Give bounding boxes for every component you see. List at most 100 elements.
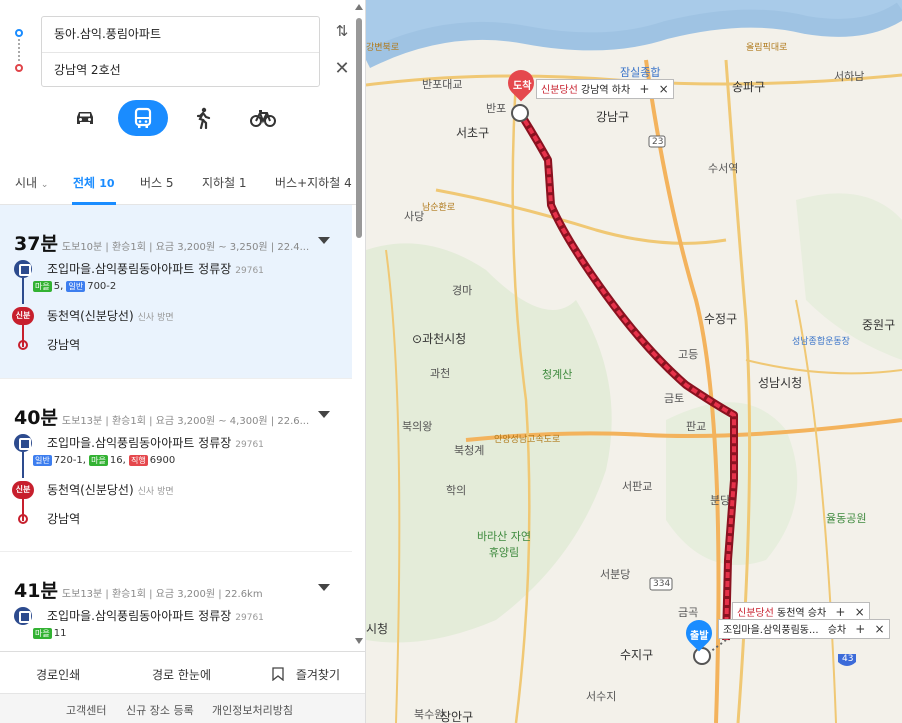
expand-chevron-icon[interactable] — [318, 411, 330, 418]
swap-vertical-icon[interactable]: ⇅ — [332, 22, 352, 44]
route-shield-label: 43 — [842, 654, 854, 664]
bus-segment-line — [22, 278, 24, 304]
tab-all[interactable]: 전체 10 — [73, 174, 115, 191]
map-view[interactable]: 반포대교 반포 서초구 강남구 송파구 서하남 잠실종합 수서역 사당 남순환로… — [366, 0, 902, 723]
map-road-label: 올림픽대로 — [746, 43, 788, 53]
destination-input[interactable]: 강남역 2호선 — [42, 52, 319, 87]
transit-mode-button[interactable] — [118, 100, 168, 136]
map-place-label: 북의왕 — [402, 420, 433, 433]
bus-number: 700-2 — [87, 281, 117, 292]
bus-type-tag: 마을 — [33, 281, 52, 292]
results-scrollbar[interactable] — [354, 0, 364, 650]
route-results-list: 37분 도보10분 | 환승1회 | 요금 3,200원 ~ 3,250원 | 2… — [0, 205, 352, 650]
map-place-label: 성남시청 — [758, 376, 803, 390]
subway-station-name[interactable]: 동천역(신분당선) — [47, 483, 134, 497]
map-place-label: 반포대교 — [422, 78, 463, 91]
support-link[interactable]: 고객센터 — [66, 702, 106, 718]
route-card[interactable]: 41분 도보13분 | 환승1회 | 요금 3,200원 | 22.6km 조입마… — [0, 552, 352, 650]
route-card[interactable]: 37분 도보10분 | 환승1회 | 요금 3,200원 ~ 3,250원 | 2… — [0, 205, 352, 379]
bus-lines: 마을 11 — [33, 628, 66, 639]
route-summary: 37분 도보10분 | 환승1회 | 요금 3,200원 ~ 3,250원 | 2… — [14, 229, 309, 256]
bus-stop-name[interactable]: 조입마을.삼익풍림동아아파트 정류장 — [47, 436, 231, 450]
map-district-label: 중원구 — [862, 318, 896, 332]
directions-panel: 동아.삼익.풍림아파트 강남역 2호선 ⇅ ✕ 시내 ⌄ 전체 10 버스 5 … — [0, 0, 366, 723]
walk-mode-button[interactable] — [178, 100, 228, 136]
bus-icon — [134, 107, 152, 128]
route-meta: 도보10분 | 환승1회 | 요금 3,200원 ~ 3,250원 | 22.4… — [61, 242, 310, 253]
subway-station-name[interactable]: 동천역(신분당선) — [47, 309, 134, 323]
chevron-down-icon: ⌄ — [40, 180, 49, 190]
bicycle-icon — [250, 110, 276, 127]
walk-icon — [196, 107, 211, 129]
search-box: 동아.삼익.풍림아파트 강남역 2호선 — [41, 16, 320, 87]
map-district-label: 수정구 — [704, 312, 738, 326]
register-place-link[interactable]: 신규 장소 등록 — [126, 702, 194, 718]
map-park-label: 바라산 자연휴양림 — [476, 530, 532, 559]
map-place-label: 서하남 — [834, 70, 865, 83]
add-icon[interactable]: + — [835, 605, 845, 619]
add-icon[interactable]: + — [855, 622, 865, 636]
tab-region[interactable]: 시내 ⌄ — [15, 174, 48, 191]
route-summary: 41분 도보13분 | 환승1회 | 요금 3,200원 | 22.6km — [14, 576, 263, 603]
tab-bus[interactable]: 버스 5 — [140, 174, 174, 191]
bus-stop-icon — [14, 607, 32, 625]
scroll-down-icon[interactable] — [355, 638, 363, 644]
route-filter-tabs: 시내 ⌄ 전체 10 버스 5 지하철 1 버스+지하철 4 — [0, 158, 360, 205]
bus-stop-callout: 조입마을.삼익풍림동... 승차 + × — [718, 619, 890, 639]
close-icon[interactable]: ✕ — [332, 58, 352, 80]
route-summary: 40분 도보13분 | 환승1회 | 요금 3,200원 ~ 4,300원 | 2… — [14, 403, 309, 430]
close-icon[interactable]: × — [875, 622, 885, 636]
expand-chevron-icon[interactable] — [318, 237, 330, 244]
map-place-label: 성남종합운동장 — [792, 337, 850, 347]
map-place-label: 경마 — [452, 284, 473, 297]
map-district-label: 송파구 — [732, 80, 766, 94]
scroll-up-icon[interactable] — [355, 4, 363, 10]
map-district-label: 장안구 — [440, 710, 474, 723]
origin-input[interactable]: 동아.삼익.풍림아파트 — [42, 17, 319, 52]
bus-stop-name[interactable]: 조입마을.삼익풍림동아아파트 정류장 — [47, 609, 231, 623]
callout-action: 승차 — [827, 625, 847, 636]
map-place-label: 금토 — [664, 392, 685, 405]
route-duration: 37분 — [14, 233, 58, 255]
expand-chevron-icon[interactable] — [318, 584, 330, 591]
bus-stop-name[interactable]: 조입마을.삼익풍림동아아파트 정류장 — [47, 262, 231, 276]
departure-pin-label: 출발 — [690, 631, 709, 642]
bus-type-tag: 마을 — [89, 455, 108, 466]
map-district-label: 강남구 — [596, 110, 630, 124]
tab-bus-subway[interactable]: 버스+지하철 4 — [275, 174, 352, 191]
route-card[interactable]: 40분 도보13분 | 환승1회 | 요금 3,200원 ~ 4,300원 | 2… — [0, 379, 352, 552]
tab-subway[interactable]: 지하철 1 — [202, 174, 247, 191]
route-overview-button[interactable]: 경로 한눈에 — [152, 666, 211, 683]
car-mode-button[interactable] — [60, 100, 110, 136]
privacy-policy-link[interactable]: 개인정보처리방침 — [212, 702, 293, 718]
destination-circle-icon — [18, 514, 28, 524]
route-shield-label: 334 — [653, 579, 671, 589]
route-connector — [18, 39, 20, 61]
favorite-button[interactable]: 즐겨찾기 — [272, 666, 340, 683]
print-route-button[interactable]: 경로인쇄 — [36, 666, 80, 683]
map-road-label: 안양성남고속도로 — [494, 435, 561, 445]
bus-type-tag: 일반 — [66, 281, 86, 292]
subway-line-badge: 신분 — [12, 481, 34, 499]
map-place-label: 시청 — [366, 622, 389, 636]
close-icon[interactable]: × — [855, 605, 865, 619]
close-icon[interactable]: × — [659, 82, 669, 96]
callout-text: 조입마을.삼익풍림동... — [723, 625, 819, 636]
add-icon[interactable]: + — [639, 82, 649, 96]
arrival-pin-label: 도착 — [513, 81, 532, 92]
map-place-label: 판교 — [686, 420, 707, 433]
map-place-label: 수서역 — [708, 162, 739, 175]
map-place-label: 서수지 — [586, 690, 617, 703]
scroll-thumb[interactable] — [356, 18, 362, 238]
map-place-label: 고등 — [678, 348, 699, 361]
bike-mode-button[interactable] — [238, 100, 288, 136]
origin-marker-icon — [15, 29, 23, 37]
bus-number: 16, — [109, 455, 126, 466]
car-icon — [77, 112, 93, 124]
callout-line-name: 신분당선 — [737, 608, 774, 619]
travel-mode-selector — [60, 100, 300, 136]
map-road-label: 강변북로 — [366, 43, 400, 53]
bus-type-tag: 마을 — [33, 628, 52, 639]
subway-line-badge: 신분 — [12, 307, 34, 325]
route-shield-label: 23 — [652, 137, 664, 147]
